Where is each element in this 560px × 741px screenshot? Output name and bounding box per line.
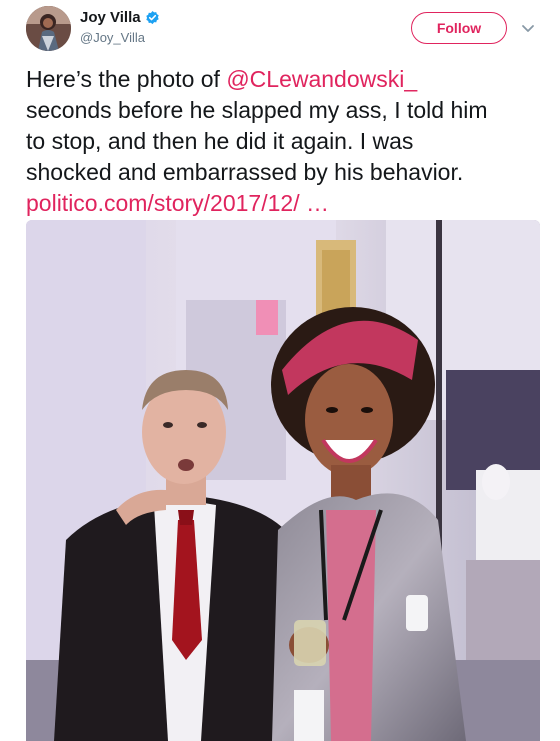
tweet-text-prefix: Here’s the photo of xyxy=(26,66,227,92)
tweet-line-2: seconds before he slapped my ass, I told… xyxy=(26,97,488,123)
tweet-line-3: to stop, and then he did it again. I was xyxy=(26,128,414,154)
avatar[interactable] xyxy=(26,6,71,51)
chevron-down-icon[interactable] xyxy=(520,20,536,36)
tweet-line-5: politico.com/story/2017/12/ … xyxy=(26,188,546,219)
profile-photo-icon xyxy=(26,6,71,51)
user-handle[interactable]: @Joy_Villa xyxy=(80,30,145,45)
url-ellipsis[interactable]: … xyxy=(300,190,329,216)
tweet-photo[interactable] xyxy=(26,220,540,741)
url-link[interactable]: politico.com/story/2017/12/ xyxy=(26,190,300,216)
display-name[interactable]: Joy Villa xyxy=(80,9,141,26)
tweet-line-1: Here’s the photo of @CLewandowski_ xyxy=(26,64,546,95)
tweet-card: Joy Villa @Joy_Villa Follow Here’s the p… xyxy=(0,0,560,741)
follow-button[interactable]: Follow xyxy=(411,12,507,44)
photo-image xyxy=(26,220,540,741)
verified-badge-icon xyxy=(145,10,160,25)
user-name-row[interactable]: Joy Villa xyxy=(80,9,160,26)
tweet-line-4: shocked and embarrassed by his behavior. xyxy=(26,159,464,185)
mention-link[interactable]: @CLewandowski_ xyxy=(226,66,417,92)
tweet-text: Here’s the photo of @CLewandowski_ secon… xyxy=(26,64,546,219)
